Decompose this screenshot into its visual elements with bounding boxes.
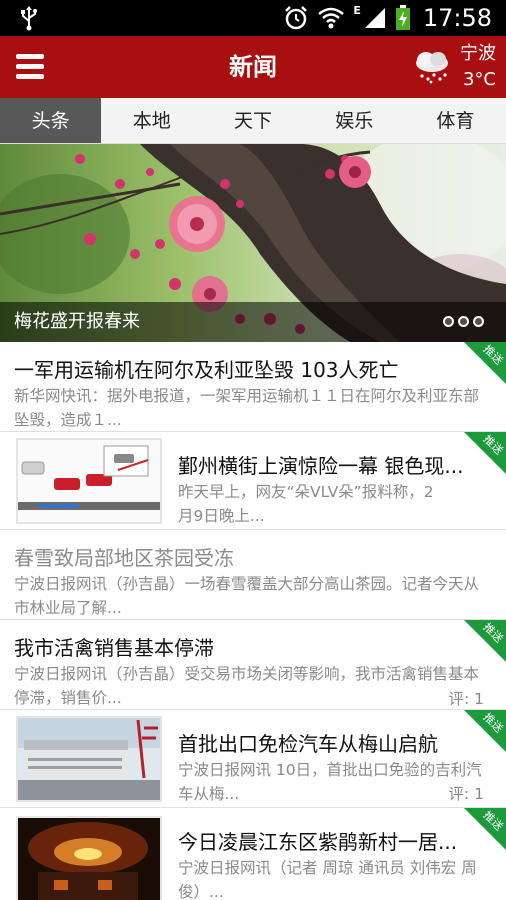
news-title: 今日凌晨江东区紫鹃新村一居...	[178, 830, 458, 854]
wifi-icon	[318, 7, 345, 29]
news-item[interactable]: 一军用运输机在阿尔及利亚坠毁 103人死亡 新华网快讯：据外电报道，一架军用运输…	[0, 342, 506, 432]
menu-icon[interactable]	[12, 48, 50, 86]
featured-banner[interactable]: 梅花盛开报春来	[0, 144, 506, 342]
comment-count: 评: 1	[448, 785, 484, 803]
news-title: 春雪致局部地区茶园受冻	[14, 546, 234, 570]
comment-count: 评: 1	[448, 690, 484, 708]
push-badge: 推送	[464, 620, 506, 662]
banner-caption-bar: 梅花盛开报春来	[0, 302, 506, 342]
weather-temperature: 3°C	[462, 69, 496, 90]
weather-city: 宁波	[460, 43, 496, 64]
app-header: 新闻 宁波 3°C	[0, 36, 506, 98]
news-thumbnail	[16, 816, 162, 900]
news-summary: 宁波日报网讯 10日，首批出口免验的吉利汽车从梅...	[178, 761, 482, 803]
status-bar: E 17:58	[0, 0, 506, 36]
weather-widget[interactable]: 宁波 3°C	[412, 40, 496, 94]
news-summary: 宁波日报网讯（记者 周琼 通讯员 刘伟宏 周俊）...	[178, 859, 477, 900]
news-item[interactable]: 今日凌晨江东区紫鹃新村一居... 宁波日报网讯（记者 周琼 通讯员 刘伟宏 周俊…	[0, 808, 506, 900]
push-badge: 推送	[464, 342, 506, 384]
network-type: E	[353, 3, 361, 17]
carousel-dot	[443, 316, 454, 327]
tab-local[interactable]: 本地	[101, 98, 202, 143]
tab-entertainment[interactable]: 娱乐	[304, 98, 405, 143]
banner-caption: 梅花盛开报春来	[14, 311, 140, 332]
news-item[interactable]: 我市活禽销售基本停滞 宁波日报网讯（孙吉晶）受交易市场关闭等影响，我市活禽销售基…	[0, 620, 506, 710]
news-thumbnail	[16, 716, 162, 802]
carousel-dot	[458, 316, 469, 327]
alarm-clock-icon	[285, 6, 308, 30]
news-item[interactable]: 首批出口免检汽车从梅山启航 宁波日报网讯 10日，首批出口免验的吉利汽车从梅..…	[0, 710, 506, 808]
news-title: 一军用运输机在阿尔及利亚坠毁 103人死亡	[14, 358, 399, 382]
push-badge: 推送	[464, 710, 506, 752]
news-summary: 昨天早上，网友“朵VLV朵”报料称，2月9日晚上...	[178, 483, 434, 525]
news-thumbnail	[16, 438, 162, 524]
cloud-snow-icon	[416, 52, 448, 84]
battery-icon	[395, 5, 410, 30]
push-badge: 推送	[464, 808, 506, 850]
carousel-indicator[interactable]	[443, 316, 484, 327]
tab-sports[interactable]: 体育	[405, 98, 506, 143]
carousel-dot	[473, 316, 484, 327]
status-time: 17:58	[422, 4, 492, 32]
category-tabs: 头条 本地 天下 娱乐 体育	[0, 98, 506, 144]
news-item[interactable]: 鄞州横街上演惊险一幕 银色现... 昨天早上，网友“朵VLV朵”报料称，2月9日…	[0, 432, 506, 530]
usb-icon	[21, 6, 37, 31]
news-title: 首批出口免检汽车从梅山启航	[178, 732, 438, 756]
news-summary: 宁波日报网讯（孙吉晶）一场春雪覆盖大部分高山茶园。记者今天从市林业局了解...	[14, 575, 480, 617]
news-summary: 新华网快讯：据外电报道，一架军用运输机１１日在阿尔及利亚东部坠毁，造成１...	[14, 387, 480, 429]
news-title: 鄞州横街上演惊险一幕 银色现...	[178, 454, 464, 478]
signal-icon	[364, 8, 385, 28]
news-item[interactable]: 春雪致局部地区茶园受冻 宁波日报网讯（孙吉晶）一场春雪覆盖大部分高山茶园。记者今…	[0, 530, 506, 620]
tab-world[interactable]: 天下	[202, 98, 303, 143]
tab-headlines[interactable]: 头条	[0, 98, 102, 143]
news-title: 我市活禽销售基本停滞	[14, 636, 214, 660]
push-badge: 推送	[464, 432, 506, 474]
news-summary: 宁波日报网讯（孙吉晶）受交易市场关闭等影响，我市活禽销售基本停滞，销售价...	[14, 665, 480, 707]
